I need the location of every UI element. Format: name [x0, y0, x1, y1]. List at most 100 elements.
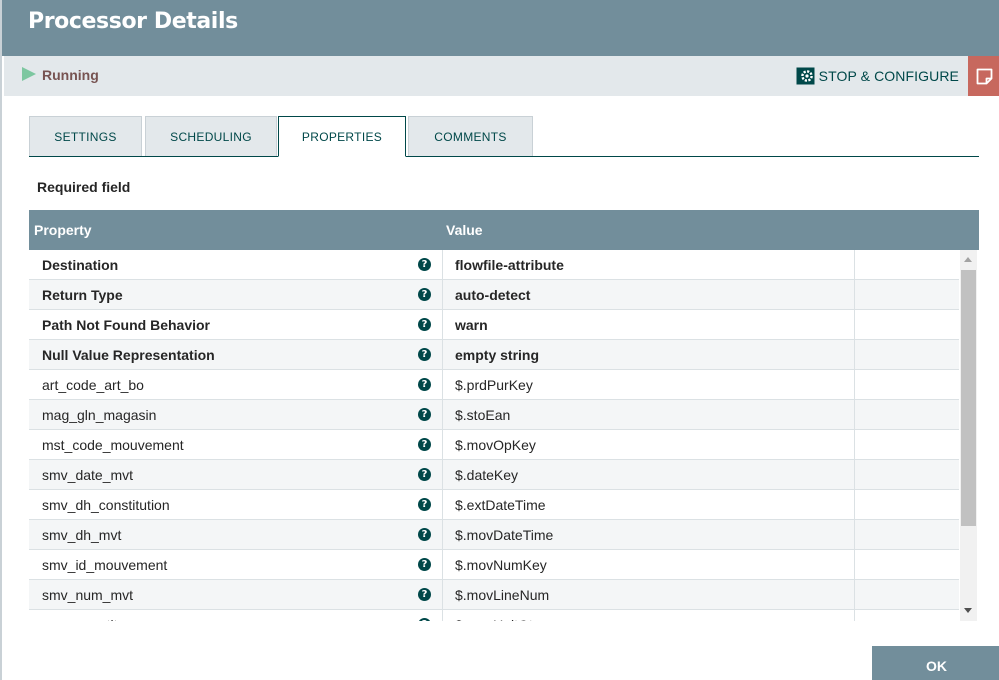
property-cell[interactable]: smv_date_mvt?: [29, 460, 443, 490]
dialog-title: Processor Details: [28, 9, 238, 34]
property-value: $.prdPurKey: [455, 377, 533, 393]
value-cell[interactable]: $.movOpKey: [443, 430, 855, 460]
tab-properties[interactable]: PROPERTIES: [278, 116, 406, 157]
property-name: Return Type: [42, 287, 123, 303]
ok-button[interactable]: OK: [872, 646, 999, 680]
gear-icon: [796, 67, 815, 85]
help-icon[interactable]: ?: [418, 258, 431, 271]
help-icon[interactable]: ?: [418, 438, 431, 451]
scroll-up-arrow-icon[interactable]: [964, 257, 972, 262]
tab-settings[interactable]: SETTINGS: [29, 116, 142, 156]
help-icon[interactable]: ?: [418, 348, 431, 361]
tab-scheduling[interactable]: SCHEDULING: [145, 116, 277, 156]
scrollbar-thumb[interactable]: [961, 270, 976, 526]
value-cell[interactable]: empty string: [443, 340, 855, 370]
play-icon: [22, 67, 36, 81]
help-icon[interactable]: ?: [418, 408, 431, 421]
table-row[interactable]: smv_id_mouvement? $.movNumKey: [29, 550, 959, 580]
value-cell[interactable]: $.movDateTime: [443, 520, 855, 550]
value-cell[interactable]: flowfile-attribute: [443, 250, 855, 280]
property-column-header[interactable]: Property: [34, 222, 92, 238]
table-row[interactable]: Return Type? auto-detect: [29, 280, 959, 310]
help-icon[interactable]: ?: [418, 378, 431, 391]
table-row[interactable]: Null Value Representation? empty string: [29, 340, 959, 370]
property-cell[interactable]: Null Value Representation?: [29, 340, 443, 370]
property-value: $.dateKey: [455, 467, 519, 483]
run-status-label: Running: [42, 67, 99, 83]
value-cell[interactable]: $.movUnitQty: [443, 610, 855, 621]
property-value: $.extDateTime: [455, 497, 546, 513]
property-value: warn: [455, 317, 488, 333]
table-row[interactable]: smv_date_mvt? $.dateKey: [29, 460, 959, 490]
value-cell[interactable]: $.prdPurKey: [443, 370, 855, 400]
help-icon[interactable]: ?: [418, 588, 431, 601]
help-icon[interactable]: ?: [418, 528, 431, 541]
table-row[interactable]: mst_code_mouvement? $.movOpKey: [29, 430, 959, 460]
property-value: flowfile-attribute: [455, 257, 564, 273]
property-cell[interactable]: Return Type?: [29, 280, 443, 310]
processor-details-dialog: Processor Details Running STOP & CONFIGU…: [0, 0, 999, 680]
help-icon[interactable]: ?: [418, 618, 431, 621]
tab-comments[interactable]: COMMENTS: [408, 116, 533, 156]
value-cell[interactable]: $.movLineNum: [443, 580, 855, 610]
value-cell[interactable]: auto-detect: [443, 280, 855, 310]
property-name: mst_code_mouvement: [42, 437, 184, 453]
tab-bar: SETTINGS SCHEDULING PROPERTIES COMMENTS: [29, 116, 979, 157]
value-cell[interactable]: $.extDateTime: [443, 490, 855, 520]
property-cell[interactable]: Path Not Found Behavior?: [29, 310, 443, 340]
property-value: $.stoEan: [455, 407, 511, 423]
property-value: $.movUnitQty: [455, 617, 540, 621]
notes-button[interactable]: [968, 56, 999, 96]
status-bar: Running STOP & CONFIGURE: [4, 56, 999, 96]
property-name: smv_dh_constitution: [42, 497, 170, 513]
property-value: $.movNumKey: [455, 557, 547, 573]
value-column-header[interactable]: Value: [446, 222, 483, 238]
property-cell[interactable]: smv_id_mouvement?: [29, 550, 443, 580]
table-scrollbar[interactable]: [960, 250, 977, 621]
stop-and-configure-button[interactable]: STOP & CONFIGURE: [796, 66, 959, 86]
table-row[interactable]: art_code_art_bo? $.prdPurKey: [29, 370, 959, 400]
property-cell[interactable]: art_code_art_bo?: [29, 370, 443, 400]
property-value: auto-detect: [455, 287, 531, 303]
property-name: mag_gln_magasin: [42, 407, 157, 423]
help-icon[interactable]: ?: [418, 288, 431, 301]
table-body: Destination? flowfile-attribute Return Typ…: [29, 250, 959, 621]
stop-and-configure-label: STOP & CONFIGURE: [818, 68, 959, 84]
value-cell[interactable]: $.stoEan: [443, 400, 855, 430]
property-cell[interactable]: smv_num_mvt?: [29, 580, 443, 610]
table-row[interactable]: smv_quantite? $.movUnitQty: [29, 610, 959, 621]
table-row[interactable]: smv_dh_mvt? $.movDateTime: [29, 520, 959, 550]
property-name: Destination: [42, 257, 119, 273]
table-row[interactable]: smv_dh_constitution? $.extDateTime: [29, 490, 959, 520]
value-cell[interactable]: warn: [443, 310, 855, 340]
help-icon[interactable]: ?: [418, 318, 431, 331]
property-value: empty string: [455, 347, 540, 363]
property-name: smv_quantite: [42, 617, 125, 621]
table-row[interactable]: mag_gln_magasin? $.stoEan: [29, 400, 959, 430]
property-cell[interactable]: mst_code_mouvement?: [29, 430, 443, 460]
table-row[interactable]: smv_num_mvt? $.movLineNum: [29, 580, 959, 610]
property-cell[interactable]: Destination?: [29, 250, 443, 280]
table-row[interactable]: Path Not Found Behavior? warn: [29, 310, 959, 340]
property-value: $.movDateTime: [455, 527, 554, 543]
required-field-label: Required field: [37, 179, 131, 195]
table-row[interactable]: Destination? flowfile-attribute: [29, 250, 959, 280]
property-name: smv_date_mvt: [42, 467, 134, 483]
property-name: Path Not Found Behavior: [42, 317, 210, 333]
help-icon[interactable]: ?: [418, 468, 431, 481]
help-icon[interactable]: ?: [418, 558, 431, 571]
property-cell[interactable]: smv_quantite?: [29, 610, 443, 621]
properties-table: Property Value Destination? flowfile-attr…: [29, 210, 979, 621]
property-name: smv_dh_mvt: [42, 527, 122, 543]
value-cell[interactable]: $.dateKey: [443, 460, 855, 490]
property-name: art_code_art_bo: [42, 377, 144, 393]
property-cell[interactable]: smv_dh_constitution?: [29, 490, 443, 520]
dialog-header: Processor Details: [2, 0, 999, 56]
note-icon: [976, 68, 993, 84]
scroll-down-arrow-icon[interactable]: [964, 608, 972, 613]
property-cell[interactable]: mag_gln_magasin?: [29, 400, 443, 430]
help-icon[interactable]: ?: [418, 498, 431, 511]
property-cell[interactable]: smv_dh_mvt?: [29, 520, 443, 550]
property-name: smv_num_mvt: [42, 587, 134, 603]
value-cell[interactable]: $.movNumKey: [443, 550, 855, 580]
